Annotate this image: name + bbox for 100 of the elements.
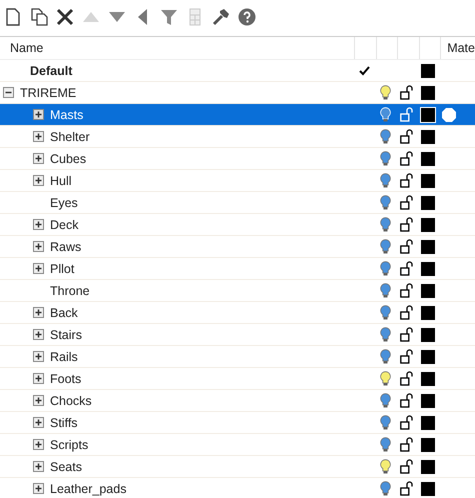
color-swatch[interactable] <box>420 416 434 430</box>
light-bulb-icon[interactable] <box>380 129 391 144</box>
light-bulb-icon[interactable] <box>380 327 391 342</box>
unlocked-icon[interactable] <box>400 173 413 188</box>
light-bulb-icon[interactable] <box>380 437 391 452</box>
column-header[interactable]: Name <box>10 41 44 55</box>
layer-row[interactable]: Raws <box>0 236 475 258</box>
expand-toggle-icon[interactable] <box>3 87 14 98</box>
layer-row[interactable]: Stairs <box>0 324 475 346</box>
expand-toggle-icon[interactable] <box>33 175 44 186</box>
expand-toggle-icon[interactable] <box>33 483 44 494</box>
color-swatch[interactable] <box>420 350 434 364</box>
unlocked-icon[interactable] <box>400 481 413 496</box>
layer-row[interactable]: Back <box>0 302 475 324</box>
expand-toggle-icon[interactable] <box>33 439 44 450</box>
unlocked-icon[interactable] <box>400 305 413 320</box>
color-swatch[interactable] <box>420 174 434 188</box>
material-icon[interactable] <box>440 106 456 122</box>
unlocked-icon[interactable] <box>400 217 413 232</box>
layer-row[interactable]: Stiffs <box>0 412 475 434</box>
color-swatch[interactable] <box>420 438 434 452</box>
column-header[interactable]: Mate <box>440 37 475 59</box>
light-bulb-icon[interactable] <box>380 261 391 276</box>
light-bulb-icon[interactable] <box>380 107 391 122</box>
expand-toggle-icon[interactable] <box>33 351 44 362</box>
hammer-icon[interactable] <box>211 7 231 27</box>
light-bulb-icon[interactable] <box>380 151 391 166</box>
filter-icon[interactable] <box>159 7 179 27</box>
unlocked-icon[interactable] <box>400 195 413 210</box>
expand-toggle-icon[interactable] <box>33 109 44 120</box>
color-swatch[interactable] <box>420 240 434 254</box>
expand-toggle-icon[interactable] <box>33 263 44 274</box>
light-bulb-icon[interactable] <box>380 85 391 100</box>
unlocked-icon[interactable] <box>400 437 413 452</box>
light-bulb-icon[interactable] <box>380 305 391 320</box>
unlocked-icon[interactable] <box>400 327 413 342</box>
light-bulb-icon[interactable] <box>380 195 391 210</box>
layer-row[interactable]: Chocks <box>0 390 475 412</box>
layer-row[interactable]: Leather_pads <box>0 478 475 498</box>
unlocked-icon[interactable] <box>400 261 413 276</box>
color-swatch[interactable] <box>420 328 434 342</box>
copy-icon[interactable] <box>29 7 49 27</box>
layer-row[interactable]: Default <box>0 60 475 82</box>
layer-row[interactable]: Seats <box>0 456 475 478</box>
color-swatch[interactable] <box>420 86 434 100</box>
layer-row[interactable]: Throne <box>0 280 475 302</box>
expand-toggle-icon[interactable] <box>33 329 44 340</box>
light-bulb-icon[interactable] <box>380 393 391 408</box>
layer-row[interactable]: Hull <box>0 170 475 192</box>
color-swatch[interactable] <box>420 482 434 496</box>
layer-row[interactable]: Rails <box>0 346 475 368</box>
color-swatch[interactable] <box>420 196 434 210</box>
delete-icon[interactable] <box>55 7 75 27</box>
layer-row[interactable]: Scripts <box>0 434 475 456</box>
layer-row[interactable]: Deck <box>0 214 475 236</box>
unlocked-icon[interactable] <box>400 151 413 166</box>
expand-toggle-icon[interactable] <box>33 395 44 406</box>
layer-row[interactable]: Foots <box>0 368 475 390</box>
light-bulb-icon[interactable] <box>380 459 391 474</box>
expand-toggle-icon[interactable] <box>33 153 44 164</box>
expand-toggle-icon[interactable] <box>33 241 44 252</box>
expand-toggle-icon[interactable] <box>33 461 44 472</box>
color-swatch[interactable] <box>420 64 434 78</box>
light-bulb-icon[interactable] <box>380 481 391 496</box>
help-icon[interactable] <box>237 7 257 27</box>
light-bulb-icon[interactable] <box>380 217 391 232</box>
color-swatch[interactable] <box>420 262 434 276</box>
light-bulb-icon[interactable] <box>380 415 391 430</box>
color-swatch[interactable] <box>420 372 434 386</box>
light-bulb-icon[interactable] <box>380 371 391 386</box>
unlocked-icon[interactable] <box>400 349 413 364</box>
color-swatch[interactable] <box>420 152 434 166</box>
layer-row[interactable]: Masts <box>0 104 475 126</box>
expand-toggle-icon[interactable] <box>33 373 44 384</box>
expand-toggle-icon[interactable] <box>33 417 44 428</box>
unlocked-icon[interactable] <box>400 129 413 144</box>
color-swatch[interactable] <box>420 306 434 320</box>
light-bulb-icon[interactable] <box>380 239 391 254</box>
unlocked-icon[interactable] <box>400 415 413 430</box>
unlocked-icon[interactable] <box>400 85 413 100</box>
light-bulb-icon[interactable] <box>380 173 391 188</box>
color-swatch[interactable] <box>420 108 434 122</box>
color-swatch[interactable] <box>420 130 434 144</box>
color-swatch[interactable] <box>420 460 434 474</box>
color-swatch[interactable] <box>420 394 434 408</box>
unlocked-icon[interactable] <box>400 239 413 254</box>
expand-toggle-icon[interactable] <box>33 307 44 318</box>
layer-row[interactable]: Shelter <box>0 126 475 148</box>
unlocked-icon[interactable] <box>400 283 413 298</box>
light-bulb-icon[interactable] <box>380 283 391 298</box>
color-swatch[interactable] <box>420 284 434 298</box>
unlocked-icon[interactable] <box>400 371 413 386</box>
expand-toggle-icon[interactable] <box>33 131 44 142</box>
layer-row[interactable]: Eyes <box>0 192 475 214</box>
expand-toggle-icon[interactable] <box>33 219 44 230</box>
unlocked-icon[interactable] <box>400 459 413 474</box>
layer-row[interactable]: Pllot <box>0 258 475 280</box>
light-bulb-icon[interactable] <box>380 349 391 364</box>
layer-row[interactable]: Cubes <box>0 148 475 170</box>
color-swatch[interactable] <box>420 218 434 232</box>
